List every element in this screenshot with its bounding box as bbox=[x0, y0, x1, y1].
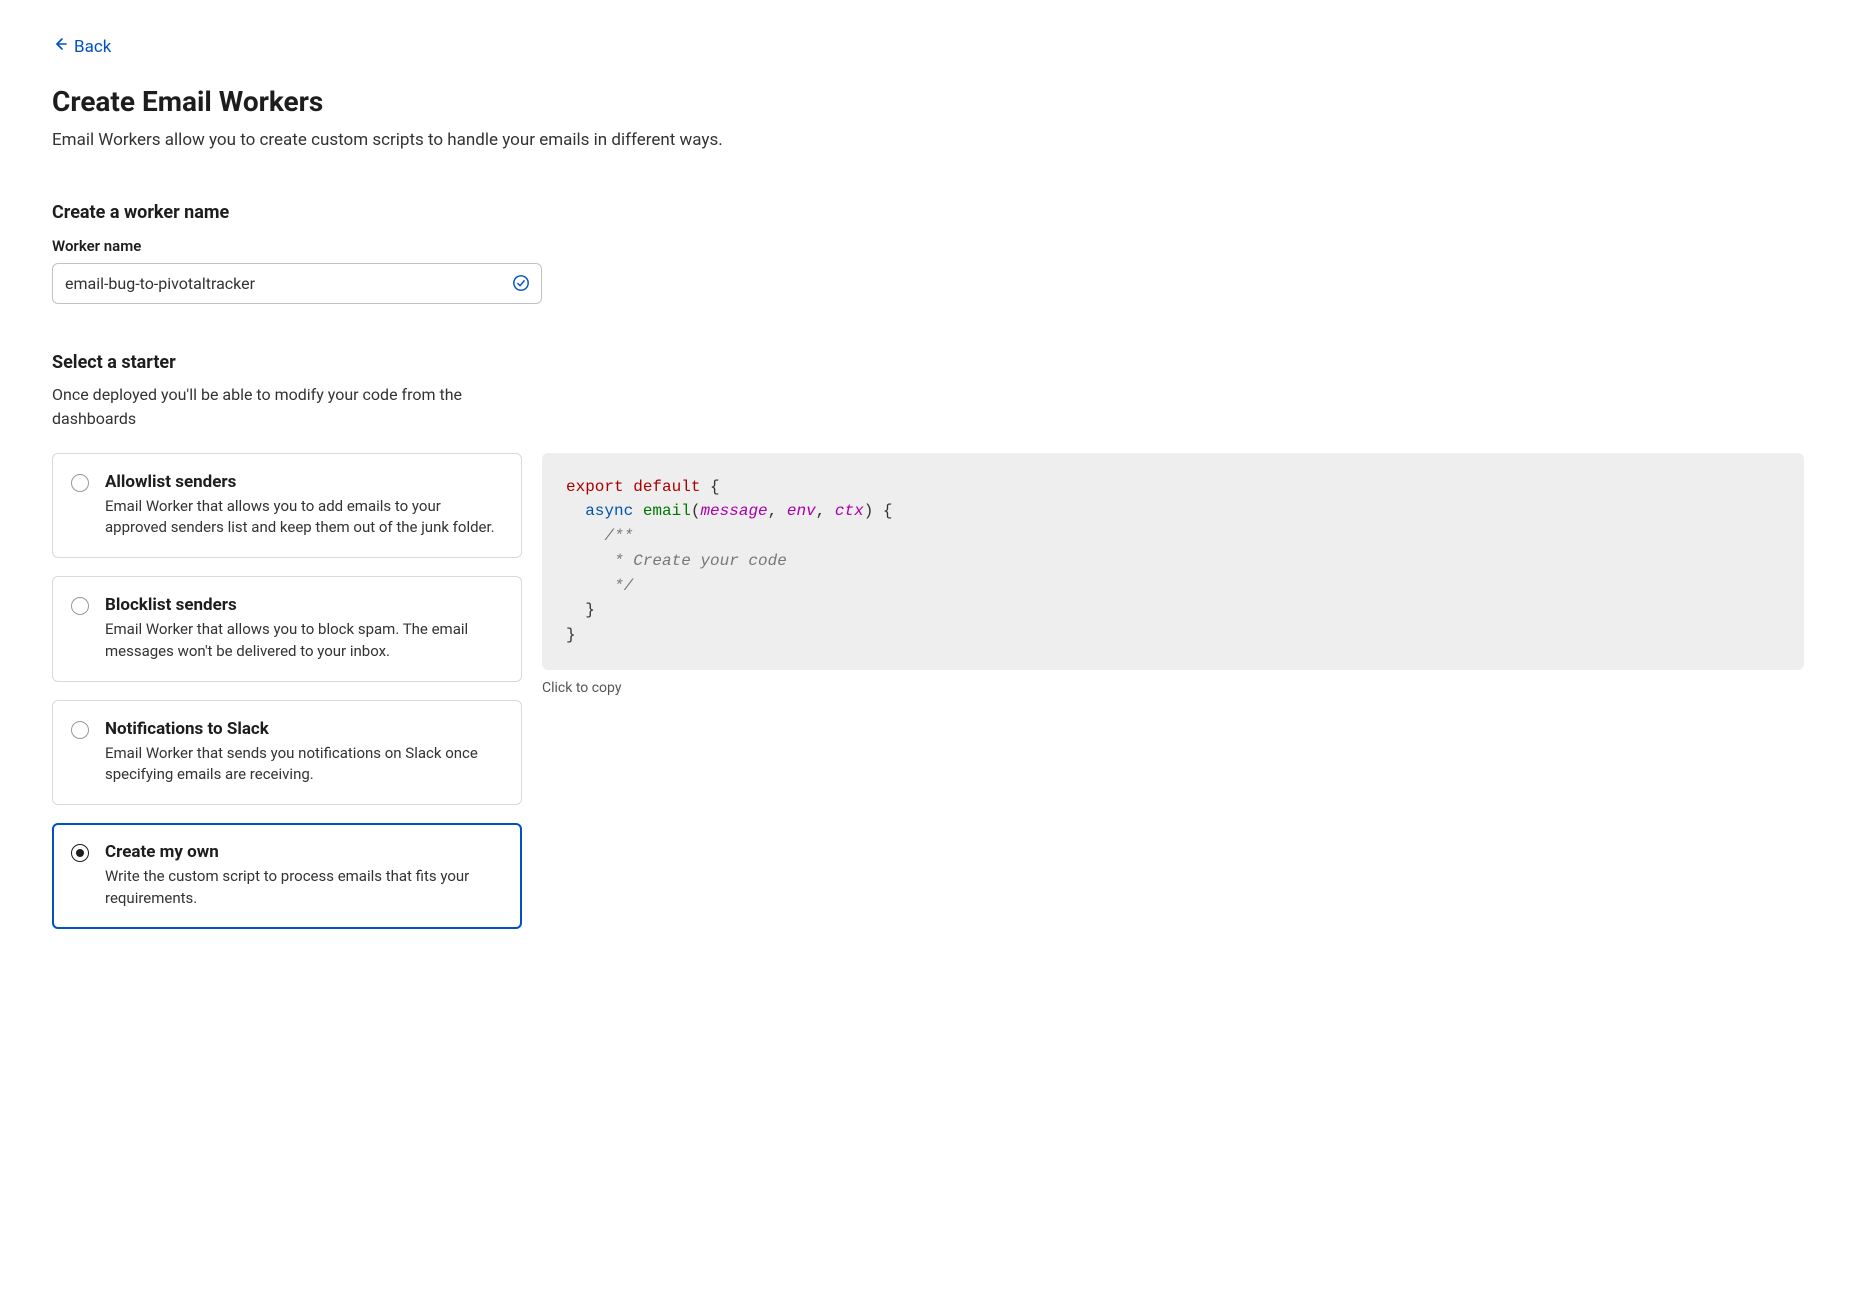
starter-heading: Select a starter bbox=[52, 352, 1804, 373]
code-token: env bbox=[787, 502, 816, 520]
starter-desc: Email Worker that sends you notification… bbox=[105, 743, 503, 787]
starter-option-slack[interactable]: Notifications to Slack Email Worker that… bbox=[52, 700, 522, 806]
code-token: email bbox=[633, 502, 691, 520]
starter-title: Create my own bbox=[105, 842, 503, 862]
worker-name-input[interactable] bbox=[52, 263, 542, 304]
arrow-left-icon bbox=[52, 36, 68, 57]
starter-list: Allowlist senders Email Worker that allo… bbox=[52, 453, 522, 947]
starter-desc: Email Worker that allows you to add emai… bbox=[105, 496, 503, 540]
code-token: { bbox=[700, 478, 719, 496]
starter-option-allowlist[interactable]: Allowlist senders Email Worker that allo… bbox=[52, 453, 522, 559]
back-link[interactable]: Back bbox=[52, 36, 111, 57]
radio-icon bbox=[71, 721, 89, 739]
starter-option-blocklist[interactable]: Blocklist senders Email Worker that allo… bbox=[52, 576, 522, 682]
worker-name-heading: Create a worker name bbox=[52, 202, 1804, 223]
code-token: } bbox=[566, 626, 576, 644]
code-token: ctx bbox=[835, 502, 864, 520]
starter-title: Notifications to Slack bbox=[105, 719, 503, 739]
back-label: Back bbox=[74, 37, 111, 57]
code-token: , bbox=[816, 502, 835, 520]
code-token: ( bbox=[691, 502, 701, 520]
code-token: default bbox=[633, 478, 700, 496]
starter-desc: Email Worker that allows you to block sp… bbox=[105, 619, 503, 663]
copy-hint: Click to copy bbox=[542, 680, 1804, 696]
starter-option-custom[interactable]: Create my own Write the custom script to… bbox=[52, 823, 522, 929]
radio-icon bbox=[71, 844, 89, 862]
starter-title: Allowlist senders bbox=[105, 472, 503, 492]
radio-icon bbox=[71, 597, 89, 615]
starter-desc: Write the custom script to process email… bbox=[105, 866, 503, 910]
starter-description: Once deployed you'll be able to modify y… bbox=[52, 383, 482, 431]
code-token: , bbox=[768, 502, 787, 520]
worker-name-label: Worker name bbox=[52, 237, 1804, 255]
check-circle-icon bbox=[512, 274, 530, 292]
code-token: } bbox=[566, 601, 595, 619]
code-token: /** bbox=[566, 527, 633, 545]
code-token: message bbox=[700, 502, 767, 520]
code-preview[interactable]: export default { async email(message, en… bbox=[542, 453, 1804, 671]
code-token: * Create your code bbox=[566, 552, 787, 570]
page-title: Create Email Workers bbox=[52, 85, 1804, 118]
code-token: export bbox=[566, 478, 624, 496]
radio-icon bbox=[71, 474, 89, 492]
code-token: async bbox=[566, 502, 633, 520]
code-token: ) { bbox=[864, 502, 893, 520]
page-subtitle: Email Workers allow you to create custom… bbox=[52, 128, 1804, 154]
code-token: */ bbox=[566, 577, 633, 595]
starter-title: Blocklist senders bbox=[105, 595, 503, 615]
